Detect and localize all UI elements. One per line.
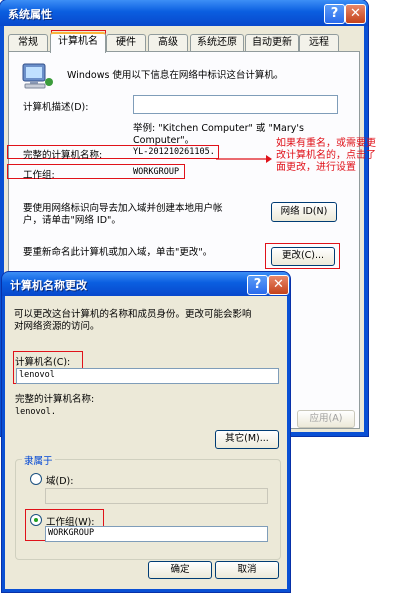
ok-button[interactable]: 确定 (148, 561, 212, 579)
name-change-window: 计算机名称更改 ? ✕ 可以更改这台计算机的名称和成员身份。更改可能会影响 对网… (2, 272, 290, 592)
full-name-label: 完整的计算机名称: (15, 394, 95, 405)
name-change-titlebar[interactable]: 计算机名称更改 ? ✕ (2, 272, 290, 296)
tab-computer-name[interactable]: 计算机名 (50, 32, 106, 53)
annotation-line-2: 改计算机名的，点击了 (276, 150, 376, 161)
domain-label: 域(D): (46, 476, 74, 487)
member-of-label: 隶属于 (22, 453, 55, 467)
full-name-value: lenovol. (15, 407, 56, 417)
help-icon[interactable]: ? (247, 275, 268, 295)
info-text-2: 对网络资源的访问。 (14, 321, 100, 332)
domain-input[interactable] (45, 488, 268, 504)
cancel-button[interactable]: 取消 (215, 561, 279, 579)
more-button[interactable]: 其它(M)... (215, 430, 279, 449)
annotation-line-3: 面更改，进行设置 (276, 162, 356, 173)
workgroup-input[interactable]: WORKGROUP (45, 526, 268, 542)
close-icon[interactable]: ✕ (268, 275, 289, 295)
annotation-line-1: 如果有重名，或需要更 (276, 138, 376, 149)
computer-name-label: 计算机名(C): (15, 357, 71, 368)
annotation-text: 如果有重名，或需要更 改计算机名的，点击了 面更改，进行设置 (276, 138, 376, 174)
name-change-client: 可以更改这台计算机的名称和成员身份。更改可能会影响 对网络资源的访问。 计算机名… (5, 296, 287, 589)
name-change-title: 计算机名称更改 (10, 279, 87, 292)
computer-name-input[interactable]: lenovol (16, 368, 279, 384)
workgroup-radio[interactable] (30, 514, 42, 526)
domain-radio[interactable] (30, 473, 42, 485)
